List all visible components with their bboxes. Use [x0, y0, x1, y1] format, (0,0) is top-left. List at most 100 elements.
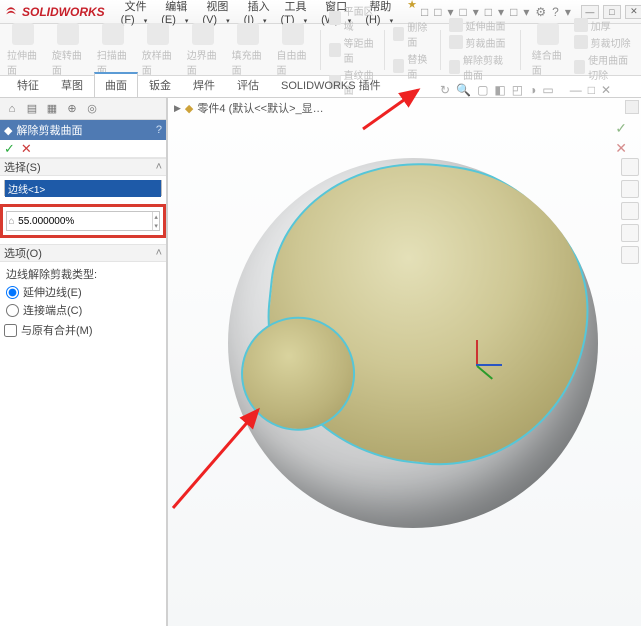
win-close-button[interactable]: ✕ — [625, 5, 641, 19]
pm-feature-icon: ◆ — [4, 124, 12, 137]
ribbon: 拉伸曲面 旋转曲面 扫描曲面 放样曲面 边界曲面 填充曲面 自由曲面 平面区域 … — [0, 24, 641, 76]
command-tabs: 特征 草图 曲面 钣金 焊件 评估 SOLIDWORKS 插件 ↻ 🔍 ▢ ◧ … — [0, 76, 641, 98]
qat-new-icon[interactable]: □ — [421, 5, 428, 19]
property-manager: ⌂ ▤ ▦ ⊕ ◎ ◆ 解除剪裁曲面 ? ✓ ✕ 选择(S) ˄ 边线<1> ⌂ — [0, 98, 168, 626]
pm-header: ◆ 解除剪裁曲面 ? — [0, 120, 166, 140]
qat-open-icon[interactable]: □ — [434, 5, 441, 19]
doc-min-button[interactable]: — — [570, 83, 582, 97]
tab-evaluate[interactable]: 评估 — [226, 73, 270, 97]
pm-ok-button[interactable]: ✓ — [4, 141, 15, 157]
view-box-icon[interactable]: ▢ — [477, 83, 488, 97]
cmd-revolve-surface[interactable]: 旋转曲面 — [49, 21, 88, 79]
collapse-icon[interactable]: ˄ — [156, 161, 162, 173]
pm-group-options[interactable]: 选项(O) ˄ — [0, 244, 166, 262]
pm-percent-spinner[interactable]: ⌂ ▴ ▾ — [6, 211, 160, 231]
qat-caret-icon[interactable]: ▾ — [498, 5, 504, 19]
pm-display-icon[interactable]: ▦ — [44, 101, 60, 117]
qat-caret-icon[interactable]: ▾ — [565, 5, 571, 19]
pm-title: 解除剪裁曲面 — [16, 122, 82, 138]
cmd-untrim-surface[interactable]: 解除剪裁曲面 — [449, 52, 512, 82]
rt-custom-icon[interactable] — [621, 246, 639, 264]
tree-expand-icon[interactable]: ▶ — [174, 103, 181, 114]
rt-decal-icon[interactable] — [621, 202, 639, 220]
pm-target-icon[interactable]: ⊕ — [64, 101, 80, 117]
graphics-viewport[interactable]: ▶ ◆ 零件4 (默认<<默认>_显… ✓ ✕ — [168, 98, 641, 626]
cmd-sweep-surface[interactable]: 扫描曲面 — [94, 21, 133, 79]
qat-print-icon[interactable]: □ — [485, 5, 492, 19]
pm-toolbar: ⌂ ▤ ▦ ⊕ ◎ — [0, 98, 166, 120]
rt-appearance-icon[interactable] — [621, 180, 639, 198]
doc-max-button[interactable]: □ — [588, 83, 595, 97]
cmd-delete-face[interactable]: 删除面 — [393, 19, 432, 49]
tab-surface[interactable]: 曲面 — [94, 72, 138, 97]
tab-sketch[interactable]: 草图 — [50, 73, 94, 97]
window-buttons: — □ ✕ — [581, 5, 641, 19]
cmd-extrude-surface[interactable]: 拉伸曲面 — [4, 21, 43, 79]
pm-group-select[interactable]: 选择(S) ˄ — [0, 158, 166, 176]
breadcrumb-text: 零件4 (默认<<默认>_显… — [197, 100, 323, 116]
tab-addins[interactable]: SOLIDWORKS 插件 — [270, 73, 392, 97]
win-max-button[interactable]: □ — [603, 5, 621, 19]
rt-home-icon[interactable] — [621, 158, 639, 176]
feature-tree-flyout[interactable]: ▶ ◆ 零件4 (默认<<默认>_显… — [174, 100, 324, 116]
view-orient-icon[interactable]: ◧ — [494, 83, 505, 97]
cmd-thicken[interactable]: 加厚 — [574, 18, 637, 33]
cmd-loft-surface[interactable]: 放样曲面 — [139, 21, 178, 79]
cmd-offset-surface[interactable]: 等距曲面 — [329, 35, 376, 65]
cmd-extend-surface[interactable]: 延伸曲面 — [449, 18, 512, 33]
model-sphere[interactable] — [228, 158, 598, 528]
pm-help-icon[interactable]: ? — [156, 124, 162, 136]
part-icon: ◆ — [185, 102, 193, 115]
cmd-cut-with-surface[interactable]: 使用曲面切除 — [574, 52, 637, 82]
view-hide-icon[interactable]: ▭ — [542, 83, 553, 97]
cmd-replace-face[interactable]: 替换面 — [393, 51, 432, 81]
pm-selection-list[interactable]: 边线<1> — [4, 180, 162, 196]
qat-undo-icon[interactable]: □ — [510, 5, 517, 19]
app-brand: SOLIDWORKS — [22, 5, 105, 19]
cmd-trim-cut[interactable]: 剪裁切除 — [574, 35, 637, 50]
cmd-freeform-surface[interactable]: 自由曲面 — [274, 21, 313, 79]
tab-sheetmetal[interactable]: 钣金 — [138, 73, 182, 97]
pm-cancel-button[interactable]: ✕ — [21, 141, 32, 157]
cmd-planar-region[interactable]: 平面区域 — [329, 3, 376, 33]
qat-caret-icon[interactable]: ▾ — [473, 5, 479, 19]
pm-confirm-row: ✓ ✕ — [0, 140, 166, 158]
vp-accept-icon[interactable]: ✓ — [615, 120, 627, 137]
qat-options-icon[interactable]: ⚙ — [535, 5, 546, 19]
pm-group-options-label: 选项(O) — [4, 245, 42, 261]
qat-caret-icon[interactable]: ▾ — [523, 5, 529, 19]
view-zoom-icon[interactable]: 🔍 — [456, 83, 471, 97]
collapse-icon[interactable]: ˄ — [156, 247, 162, 259]
pm-tree-icon[interactable]: ⌂ — [4, 101, 20, 117]
win-min-button[interactable]: — — [581, 5, 599, 19]
view-rotate-icon[interactable]: ↻ — [440, 83, 450, 97]
qat-caret-icon[interactable]: ▾ — [447, 5, 453, 19]
vp-reject-icon[interactable]: ✕ — [615, 140, 627, 157]
cmd-knit-surface[interactable]: 缝合曲面 — [529, 21, 568, 79]
vp-btn[interactable] — [625, 100, 639, 114]
cmd-trim-surface[interactable]: 剪裁曲面 — [449, 35, 512, 50]
pm-selected-edge[interactable]: 边线<1> — [5, 180, 161, 197]
qat-save-icon[interactable]: □ — [460, 5, 467, 19]
tab-weldment[interactable]: 焊件 — [182, 73, 226, 97]
tab-features[interactable]: 特征 — [6, 73, 50, 97]
pm-check-merge[interactable]: 与原有合并(M) — [4, 322, 160, 338]
pm-options-body: 边线解除剪裁类型: 延伸边线(E) 连接端点(C) 与原有合并(M) — [0, 262, 166, 344]
pm-sensor-icon[interactable]: ◎ — [84, 101, 100, 117]
cmd-fill-surface[interactable]: 填充曲面 — [229, 21, 268, 79]
view-scene-icon[interactable]: ◑ — [529, 83, 536, 97]
qat-help-icon[interactable]: ? — [552, 5, 559, 19]
ribbon-group-thicken: 加厚 剪裁切除 使用曲面切除 — [574, 18, 637, 82]
pm-radio-connect[interactable]: 连接端点(C) — [6, 302, 160, 318]
doc-close-button[interactable]: ✕ — [601, 83, 611, 97]
cmd-boundary-surface[interactable]: 边界曲面 — [184, 21, 223, 79]
pm-radio-extend[interactable]: 延伸边线(E) — [6, 284, 160, 300]
untrim-preview-surface — [253, 158, 598, 480]
spin-up-button[interactable]: ▴ — [152, 212, 159, 221]
quick-access-toolbar: □ □ ▾ □ ▾ □ ▾ □ ▾ ⚙ ? ▾ — [421, 5, 571, 19]
view-display-icon[interactable]: ◰ — [512, 83, 523, 97]
pm-percent-input[interactable] — [16, 216, 152, 227]
spin-down-button[interactable]: ▾ — [152, 221, 159, 230]
pm-config-icon[interactable]: ▤ — [24, 101, 40, 117]
rt-scene-icon[interactable] — [621, 224, 639, 242]
